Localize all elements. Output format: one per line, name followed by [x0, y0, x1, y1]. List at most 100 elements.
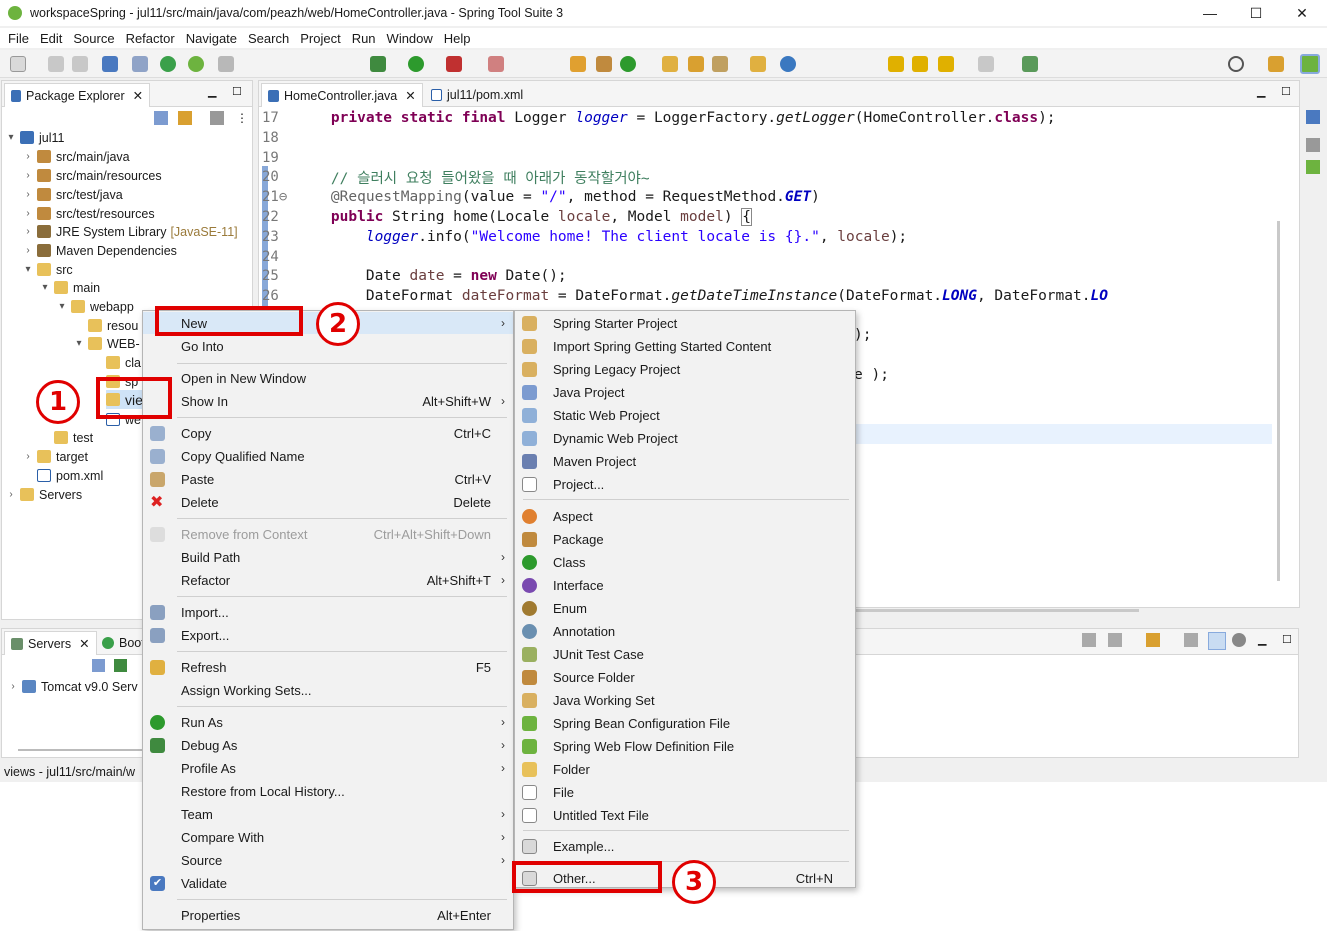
forward-icon[interactable]	[978, 56, 994, 72]
close-icon[interactable]: ✕	[79, 636, 89, 651]
menu-item-paste[interactable]: Paste Ctrl+V	[143, 468, 513, 490]
tree-item-web-inf[interactable]: ▾ WEB-	[74, 334, 139, 353]
submenu-item-java-project[interactable]: Java Project	[515, 381, 855, 403]
gear-icon[interactable]	[1232, 633, 1246, 647]
minimize-view-icon[interactable]: ▁	[1257, 85, 1265, 98]
tree-item-classes[interactable]: cla	[106, 353, 141, 372]
collapse-all-icon[interactable]	[1082, 633, 1096, 647]
collapse-icon[interactable]	[92, 659, 105, 672]
vertical-scrollbar[interactable]	[1277, 221, 1280, 581]
submenu-item-spring-bean-config[interactable]: Spring Bean Configuration File	[515, 712, 855, 734]
submenu-item-maven-project[interactable]: Maven Project	[515, 450, 855, 472]
horizontal-scrollbar[interactable]	[839, 609, 1139, 612]
open-perspective-icon[interactable]	[1268, 56, 1284, 72]
submenu-item-interface[interactable]: Interface	[515, 574, 855, 596]
submenu-item-untitled-text-file[interactable]: Untitled Text File	[515, 804, 855, 826]
menu-item-delete[interactable]: ✖ Delete Delete	[143, 491, 513, 513]
menu-source[interactable]: Source	[73, 31, 114, 46]
tree-item-jre-system-library[interactable]: › JRE System Library [JavaSE-11]	[23, 222, 237, 241]
menu-item-remove-from-context[interactable]: Remove from Context Ctrl+Alt+Shift+Down	[143, 523, 513, 545]
close-button[interactable]: ✕	[1279, 0, 1325, 26]
minimize-view-icon[interactable]: ▁	[208, 85, 216, 98]
submenu-item-spring-web-flow[interactable]: Spring Web Flow Definition File	[515, 735, 855, 757]
collapse-all-icon[interactable]	[154, 111, 168, 125]
pin-icon[interactable]	[218, 56, 234, 72]
submenu-item-source-folder[interactable]: Source Folder	[515, 666, 855, 688]
maximize-view-icon[interactable]: ☐	[232, 85, 242, 98]
run-icon[interactable]	[408, 56, 424, 72]
submenu-item-static-web-project[interactable]: Static Web Project	[515, 404, 855, 426]
menu-item-copy[interactable]: Copy Ctrl+C	[143, 422, 513, 444]
menu-item-source[interactable]: Source ›	[143, 849, 513, 871]
prev-annotation-icon[interactable]	[888, 56, 904, 72]
submenu-item-file[interactable]: File	[515, 781, 855, 803]
new-package-icon[interactable]	[596, 56, 612, 72]
new-wizard-icon[interactable]	[10, 56, 26, 72]
menu-run[interactable]: Run	[352, 31, 376, 46]
menu-item-assign-working-sets[interactable]: Assign Working Sets...	[143, 679, 513, 701]
tree-item-maven-dependencies[interactable]: › Maven Dependencies	[23, 241, 177, 260]
pin-editor-icon[interactable]	[1022, 56, 1038, 72]
tree-item-src-main-resources[interactable]: › src/main/resources	[23, 166, 161, 185]
maximize-view-icon[interactable]: ☐	[1281, 85, 1291, 98]
filter-icon[interactable]	[210, 111, 224, 125]
tree-item-test[interactable]: test	[54, 428, 93, 447]
menu-item-properties[interactable]: Properties Alt+Enter	[143, 904, 513, 926]
tab-pom-xml[interactable]: jul11/pom.xml	[425, 83, 529, 107]
spell-check-icon[interactable]	[1208, 632, 1226, 650]
new-console-icon[interactable]	[1146, 633, 1160, 647]
menu-item-validate[interactable]: ✔ Validate	[143, 872, 513, 894]
boot-dashboard-icon[interactable]	[160, 56, 176, 72]
submenu-item-enum[interactable]: Enum	[515, 597, 855, 619]
spring-icon[interactable]	[188, 56, 204, 72]
server-row-tomcat[interactable]: › Tomcat v9.0 Serv	[8, 677, 137, 696]
open-task-icon[interactable]	[688, 56, 704, 72]
new-java-project-icon[interactable]	[570, 56, 586, 72]
view-menu-icon[interactable]: ⋮	[236, 111, 248, 125]
submenu-item-folder[interactable]: Folder	[515, 758, 855, 780]
search-tool-icon[interactable]	[712, 56, 728, 72]
menu-item-team[interactable]: Team ›	[143, 803, 513, 825]
external-tools-icon[interactable]	[446, 56, 462, 72]
menu-item-show-in[interactable]: Show In Alt+Shift+W ›	[143, 390, 513, 412]
submenu-item-import-spring-content[interactable]: Import Spring Getting Started Content	[515, 335, 855, 357]
submenu-item-spring-legacy-project[interactable]: Spring Legacy Project	[515, 358, 855, 380]
display-icon[interactable]	[1108, 633, 1122, 647]
menu-item-export[interactable]: Export...	[143, 624, 513, 646]
menu-edit[interactable]: Edit	[40, 31, 62, 46]
copy-icon[interactable]	[1184, 633, 1198, 647]
submenu-item-junit-test-case[interactable]: JUnit Test Case	[515, 643, 855, 665]
menu-item-copy-qualified-name[interactable]: Copy Qualified Name	[143, 445, 513, 467]
maximize-button[interactable]: ☐	[1233, 0, 1279, 26]
minimize-view-icon[interactable]: ▁	[1258, 633, 1266, 646]
menu-navigate[interactable]: Navigate	[186, 31, 237, 46]
tree-item-pom-xml[interactable]: pom.xml	[37, 466, 103, 485]
tree-item-resources[interactable]: resou	[88, 316, 138, 335]
outline-icon[interactable]	[1306, 110, 1320, 124]
terminal-icon[interactable]	[102, 56, 118, 72]
debug-server-icon[interactable]	[114, 659, 127, 672]
menu-help[interactable]: Help	[444, 31, 471, 46]
menu-search[interactable]: Search	[248, 31, 289, 46]
tree-item-src-main-java[interactable]: › src/main/java	[23, 147, 129, 166]
submenu-item-example[interactable]: Example...	[515, 835, 855, 857]
close-icon[interactable]: ✕	[133, 88, 143, 103]
menu-project[interactable]: Project	[300, 31, 340, 46]
menu-item-profile-as[interactable]: Profile As ›	[143, 757, 513, 779]
menu-item-compare-with[interactable]: Compare With ›	[143, 826, 513, 848]
tab-package-explorer[interactable]: Package Explorer ✕	[4, 83, 151, 107]
horizontal-scrollbar[interactable]	[18, 749, 148, 751]
tree-item-main[interactable]: ▾ main	[40, 278, 100, 297]
link-with-editor-icon[interactable]	[178, 111, 192, 125]
menu-item-restore-from-local-history[interactable]: Restore from Local History...	[143, 780, 513, 802]
open-type-icon[interactable]	[662, 56, 678, 72]
submenu-item-aspect[interactable]: Aspect	[515, 505, 855, 527]
debug-icon[interactable]	[370, 56, 386, 72]
tree-item-src-test-resources[interactable]: › src/test/resources	[23, 204, 154, 223]
task-list-icon[interactable]	[1306, 138, 1320, 152]
new-class-icon[interactable]	[620, 56, 636, 72]
minimize-button[interactable]: —	[1187, 0, 1233, 26]
menu-item-import[interactable]: Import...	[143, 601, 513, 623]
close-icon[interactable]: ✕	[405, 88, 415, 103]
submenu-item-spring-starter-project[interactable]: Spring Starter Project	[515, 312, 855, 334]
